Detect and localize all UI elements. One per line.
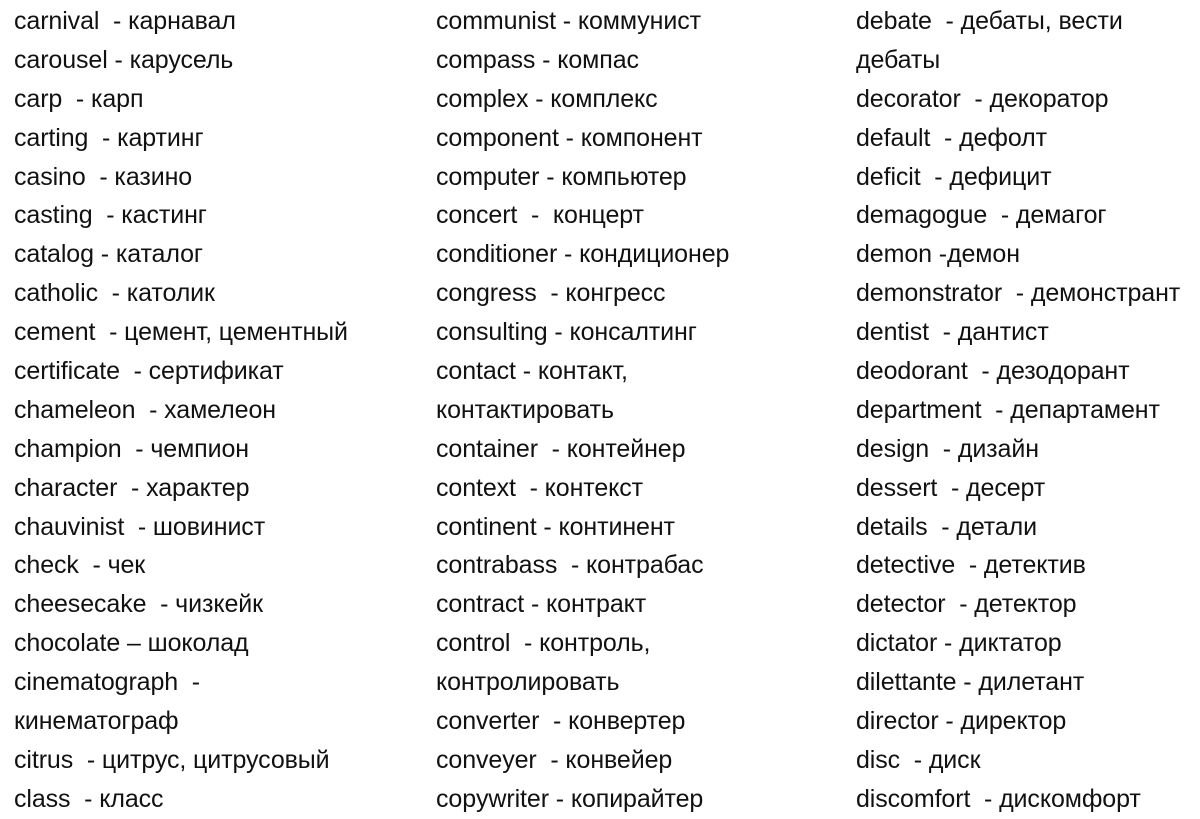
glossary-entry-line: контактировать [436, 395, 614, 424]
glossary-entry-line: catholic - католик [14, 279, 215, 308]
glossary-entry-line: citrus - цитрус, цитрусовый [14, 745, 330, 774]
glossary-entry-line: dentist - дантист [856, 318, 1049, 347]
glossary-entry-line: character - характер [14, 473, 250, 502]
glossary-entry-line: converter - конвертер [436, 707, 686, 736]
glossary-entry-line: complex - комплекс [436, 84, 658, 113]
glossary-entry-line: container - контейнер [436, 434, 686, 463]
glossary-entry-line: details - детали [856, 512, 1038, 541]
glossary-entry-line: carousel - карусель [14, 45, 234, 74]
glossary-entry-line: chocolate – шоколад [14, 629, 249, 658]
glossary-entry-line: carp - карп [14, 84, 144, 113]
glossary-entry-line: deficit - дефицит [856, 162, 1052, 191]
glossary-column-2: communist - коммунист compass - компас com… [436, 0, 848, 814]
glossary-entry-line: congress - конгресс [436, 279, 666, 308]
glossary-entry-line: deodorant - дезодорант [856, 357, 1130, 386]
glossary-entry-line: communist - коммунист [436, 7, 701, 35]
glossary-entry-line: class - класс [14, 784, 164, 813]
glossary-entry-line: copywriter - копирайтер [436, 784, 704, 813]
glossary-entry-line: carnival - карнавал [14, 7, 236, 35]
glossary-entry-line: demon -демон [856, 240, 1020, 269]
glossary-column-3: debate - дебаты, вести дебаты decorator - … [856, 0, 1200, 814]
glossary-entry-line: chameleon - хамелеон [14, 395, 276, 424]
glossary-entry-line: discomfort - дискомфорт [856, 784, 1141, 813]
glossary-entry-line: certificate - сертификат [14, 357, 284, 386]
glossary-entry-line: casting - кастинг [14, 201, 207, 230]
glossary-entry-line: cinematograph - [14, 668, 200, 697]
glossary-column-1: carnival - карнавал carousel - карусель ca… [14, 0, 426, 814]
glossary-entry-line: dictator - диктатор [856, 629, 1062, 658]
glossary-entry-line: carting - картинг [14, 123, 204, 152]
glossary-entry-line: disc - диск [856, 745, 981, 774]
glossary-entry-line: concert - концерт [436, 201, 644, 230]
glossary-entry-line: контролировать [436, 668, 620, 697]
glossary-entry-line: compass - компас [436, 45, 639, 74]
glossary-entry-line: computer - компьютер [436, 162, 687, 191]
glossary-entry-line: champion - чемпион [14, 434, 249, 463]
glossary-entry-line: cement - цемент, цементный [14, 318, 348, 347]
glossary-entry-line: dilettante - дилетант [856, 668, 1085, 697]
glossary-entry-line: detective - детектив [856, 551, 1086, 580]
glossary-entry-line: component - компонент [436, 123, 703, 152]
glossary-entry-line: control - контроль, [436, 629, 651, 658]
glossary-entry-line: кинематограф [14, 707, 179, 736]
glossary-entry-line: decorator - декоратор [856, 84, 1109, 113]
glossary-entry-line: debate - дебаты, вести [856, 7, 1123, 35]
glossary-entry-line: demonstrator - демонстрант [856, 279, 1181, 308]
glossary-entry-line: conveyer - конвейер [436, 745, 673, 774]
glossary-page: carnival - карнавал carousel - карусель ca… [0, 0, 1200, 814]
glossary-entry-line: contact - контакт, [436, 357, 628, 386]
glossary-entry-line: default - дефолт [856, 123, 1047, 152]
glossary-entry-line: catalog - каталог [14, 240, 203, 269]
glossary-entry-line: demagogue - демагог [856, 201, 1107, 230]
glossary-entry-line: detector - детектор [856, 590, 1077, 619]
glossary-entry-line: context - контекст [436, 473, 644, 502]
glossary-entry-line: chauvinist - шовинист [14, 512, 266, 541]
glossary-entry-line: director - директор [856, 707, 1067, 736]
glossary-entry-line: design - дизайн [856, 434, 1039, 463]
glossary-entry-line: cheesecake - чизкейк [14, 590, 263, 619]
glossary-entry-line: contrabass - контрабас [436, 551, 704, 580]
glossary-entry-line: department - департамент [856, 395, 1160, 424]
glossary-entry-line: conditioner - кондиционер [436, 240, 730, 269]
glossary-entry-line: continent - континент [436, 512, 675, 541]
glossary-entry-line: consulting - консалтинг [436, 318, 697, 347]
glossary-entry-line: dessert - десерт [856, 473, 1046, 502]
glossary-entry-line: contract - контракт [436, 590, 647, 619]
glossary-entry-line: check - чек [14, 551, 146, 580]
glossary-entry-line: casino - казино [14, 162, 193, 191]
glossary-entry-line: дебаты [856, 45, 941, 74]
